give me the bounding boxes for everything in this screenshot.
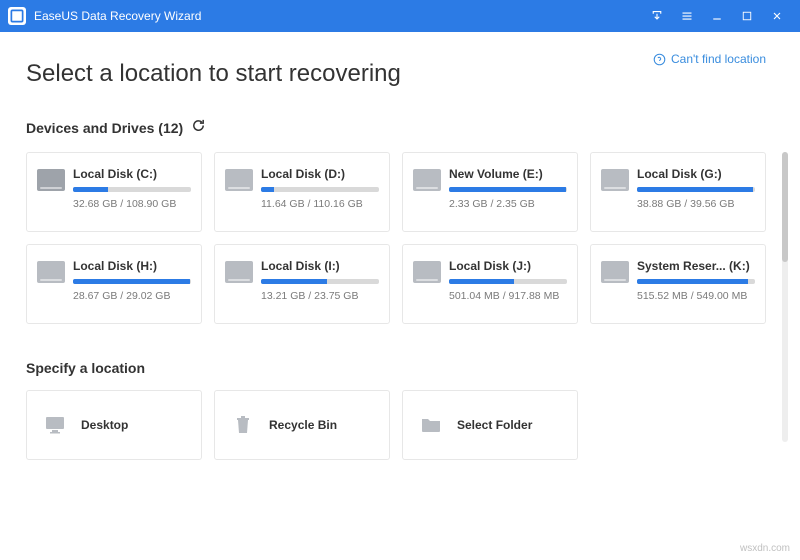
cant-find-location-link[interactable]: Can't find location [653,52,766,66]
drive-card[interactable]: Local Disk (C:) 32.68 GB / 108.90 GB [26,152,202,232]
usage-bar [261,187,379,192]
locations-section-title: Specify a location [26,360,145,376]
drive-name: System Reser... (K:) [637,259,755,273]
hdd-icon [601,261,629,283]
usage-bar [261,279,379,284]
drive-card[interactable]: Local Disk (J:) 501.04 MB / 917.88 MB [402,244,578,324]
location-name: Desktop [81,418,128,432]
drive-info: Local Disk (J:) 501.04 MB / 917.88 MB [449,259,567,302]
drive-name: Local Disk (C:) [73,167,191,181]
location-card[interactable]: Recycle Bin [214,390,390,460]
update-button[interactable] [642,0,672,32]
locations-section-header: Specify a location [26,360,774,376]
drive-name: New Volume (E:) [449,167,567,181]
scrollbar[interactable] [782,152,788,442]
usage-bar [73,279,191,284]
refresh-button[interactable] [191,118,206,138]
drive-name: Local Disk (H:) [73,259,191,273]
drive-card[interactable]: New Volume (E:) 2.33 GB / 2.35 GB [402,152,578,232]
location-card[interactable]: Select Folder [402,390,578,460]
hdd-icon [413,261,441,283]
hdd-icon [413,169,441,191]
location-card[interactable]: Desktop [26,390,202,460]
drive-size: 501.04 MB / 917.88 MB [449,290,567,302]
drive-card[interactable]: Local Disk (I:) 13.21 GB / 23.75 GB [214,244,390,324]
drive-name: Local Disk (J:) [449,259,567,273]
drive-card[interactable]: Local Disk (H:) 28.67 GB / 29.02 GB [26,244,202,324]
close-button[interactable] [762,0,792,32]
drive-info: Local Disk (G:) 38.88 GB / 39.56 GB [637,167,755,210]
drive-size: 11.64 GB / 110.16 GB [261,198,379,210]
folder-icon [417,413,445,437]
hdd-icon [225,169,253,191]
cant-find-location-label: Can't find location [671,52,766,66]
drive-info: Local Disk (I:) 13.21 GB / 23.75 GB [261,259,379,302]
hdd-icon [601,169,629,191]
drive-card[interactable]: Local Disk (D:) 11.64 GB / 110.16 GB [214,152,390,232]
drive-info: New Volume (E:) 2.33 GB / 2.35 GB [449,167,567,210]
drives-grid: Local Disk (C:) 32.68 GB / 108.90 GB Loc… [26,152,774,324]
drive-size: 28.67 GB / 29.02 GB [73,290,191,302]
drive-info: System Reser... (K:) 515.52 MB / 549.00 … [637,259,755,302]
usage-bar [637,279,755,284]
window-title: EaseUS Data Recovery Wizard [34,9,642,23]
hdd-icon [37,169,65,191]
drive-size: 38.88 GB / 39.56 GB [637,198,755,210]
maximize-button[interactable] [732,0,762,32]
drive-info: Local Disk (D:) 11.64 GB / 110.16 GB [261,167,379,210]
watermark: wsxdn.com [740,543,790,554]
drive-size: 2.33 GB / 2.35 GB [449,198,567,210]
scroll-thumb[interactable] [782,152,788,262]
drives-section-header: Devices and Drives (12) [26,118,774,138]
usage-bar [449,279,567,284]
drive-card[interactable]: Local Disk (G:) 38.88 GB / 39.56 GB [590,152,766,232]
drive-name: Local Disk (G:) [637,167,755,181]
drive-info: Local Disk (C:) 32.68 GB / 108.90 GB [73,167,191,210]
drive-name: Local Disk (D:) [261,167,379,181]
location-name: Select Folder [457,418,532,432]
app-logo-icon [8,7,26,25]
recycle-icon [229,413,257,437]
usage-bar [73,187,191,192]
menu-button[interactable] [672,0,702,32]
drive-size: 32.68 GB / 108.90 GB [73,198,191,210]
hdd-icon [225,261,253,283]
usage-bar [449,187,567,192]
titlebar: EaseUS Data Recovery Wizard [0,0,800,32]
location-name: Recycle Bin [269,418,337,432]
desktop-icon [41,413,69,437]
drive-info: Local Disk (H:) 28.67 GB / 29.02 GB [73,259,191,302]
minimize-button[interactable] [702,0,732,32]
drive-card[interactable]: System Reser... (K:) 515.52 MB / 549.00 … [590,244,766,324]
drive-size: 515.52 MB / 549.00 MB [637,290,755,302]
drives-section-title: Devices and Drives (12) [26,120,183,136]
drive-name: Local Disk (I:) [261,259,379,273]
locations-grid: Desktop Recycle Bin Select Folder [26,390,774,460]
usage-bar [637,187,755,192]
hdd-icon [37,261,65,283]
drive-size: 13.21 GB / 23.75 GB [261,290,379,302]
main-panel: Can't find location Select a location to… [0,32,800,560]
